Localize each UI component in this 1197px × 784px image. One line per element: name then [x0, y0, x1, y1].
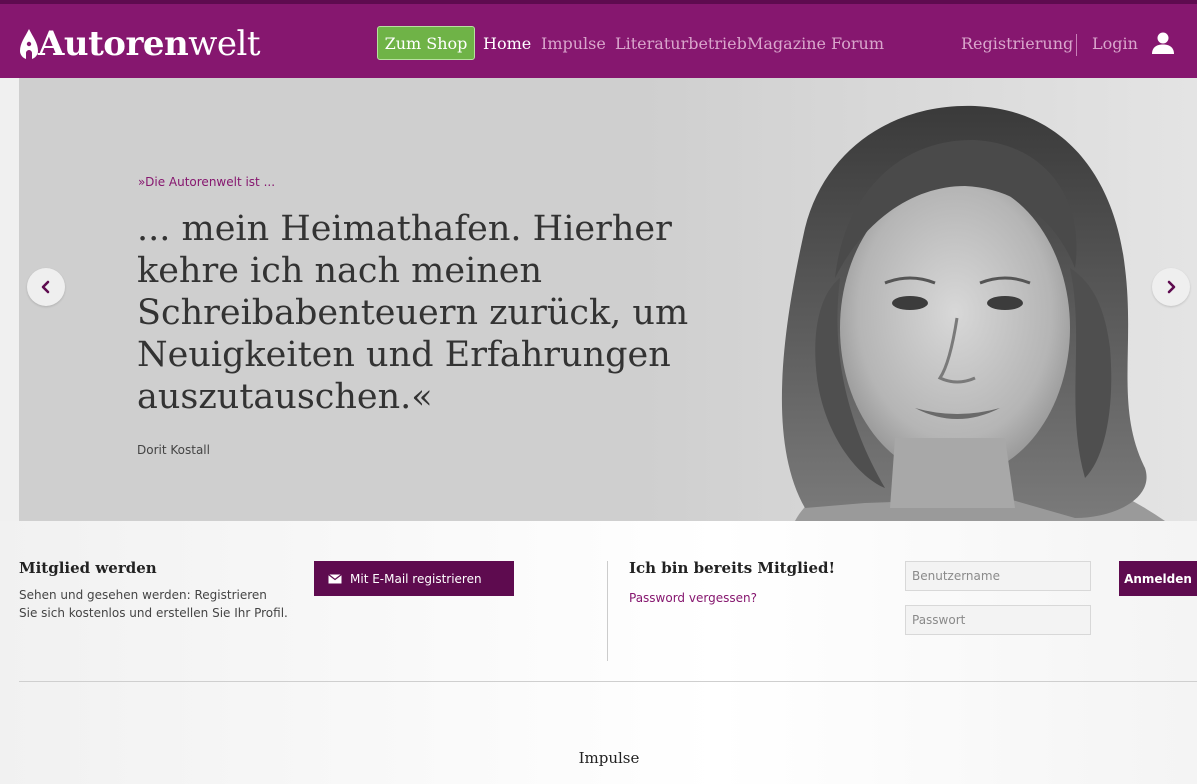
- nav-separator: [1076, 34, 1077, 56]
- join-heading: Mitglied werden: [19, 559, 157, 577]
- chevron-left-icon: [41, 280, 50, 294]
- logo-text-regular: welt: [188, 24, 261, 64]
- join-description: Sehen und gesehen werden: Registrieren S…: [19, 588, 288, 620]
- forgot-password-link[interactable]: Password vergessen?: [629, 591, 757, 605]
- password-input[interactable]: [905, 605, 1091, 635]
- impulse-section-title: Impulse: [578, 749, 640, 767]
- nav-magazine[interactable]: Magazine: [747, 34, 826, 53]
- quote-kicker: »Die Autorenwelt ist ...: [138, 175, 276, 189]
- site-logo[interactable]: Autoren welt: [18, 22, 261, 66]
- horizontal-divider: [19, 681, 1197, 682]
- portrait-photo: [645, 78, 1197, 521]
- nav-home[interactable]: Home: [483, 34, 531, 53]
- envelope-icon: [328, 573, 342, 583]
- membership-section: Mitglied werden Sehen und gesehen werden…: [0, 521, 1197, 784]
- member-heading: Ich bin bereits Mitglied!: [629, 559, 836, 577]
- quote-author: Dorit Kostall: [137, 443, 210, 457]
- register-email-button[interactable]: Mit E-Mail registrieren: [314, 561, 514, 596]
- slider-next-button[interactable]: [1152, 268, 1190, 306]
- nav-literaturbetrieb[interactable]: Literaturbetrieb: [615, 34, 747, 53]
- user-icon[interactable]: [1151, 31, 1175, 55]
- login-button[interactable]: Anmelden: [1119, 561, 1197, 596]
- section-divider: [607, 561, 608, 661]
- testimonial-quote: ... mein Heimathafen. Hierher kehre ich …: [137, 209, 689, 417]
- nav-impulse[interactable]: Impulse: [541, 34, 606, 53]
- top-navigation-bar: Autoren welt Zum Shop Home Impulse Litera…: [0, 0, 1197, 78]
- register-email-label: Mit E-Mail registrieren: [350, 571, 482, 586]
- logo-text-bold: Autoren: [38, 24, 189, 64]
- nav-forum[interactable]: Forum: [831, 34, 884, 53]
- register-link[interactable]: Registrierung: [961, 34, 1073, 53]
- slider-prev-button[interactable]: [27, 268, 65, 306]
- chevron-right-icon: [1167, 280, 1176, 294]
- pen-nib-icon: [20, 29, 38, 59]
- shop-button[interactable]: Zum Shop: [377, 26, 475, 60]
- hero-slider: »Die Autorenwelt ist ... ... mein Heimat…: [19, 78, 1197, 521]
- username-input[interactable]: [905, 561, 1091, 591]
- login-link[interactable]: Login: [1092, 34, 1138, 53]
